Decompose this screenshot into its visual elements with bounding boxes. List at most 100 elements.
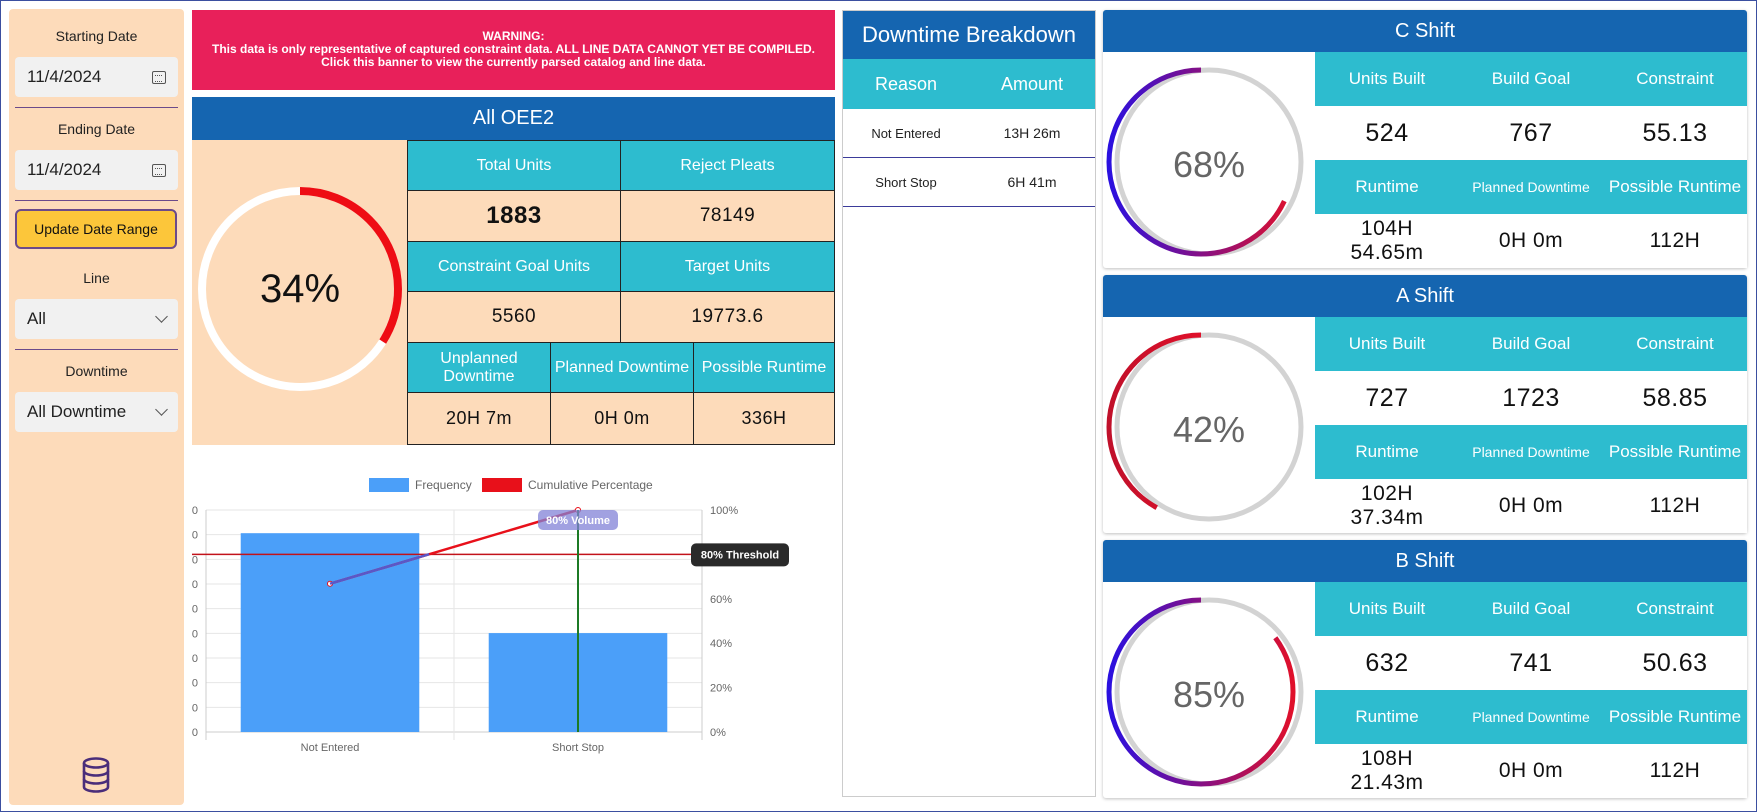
y2-tick-label: 40% (710, 638, 732, 650)
downtime-select[interactable]: All Downtime (15, 392, 178, 432)
pareto-chart: Frequency Cumulative Percentage 0 100 200 3… (192, 478, 789, 754)
planned-downtime-value: 0H 0m (550, 392, 694, 445)
table-row[interactable]: Short Stop 6H 41m (843, 158, 1095, 207)
y-tick-label: 100 (192, 702, 198, 714)
possible-runtime-label: Possible Runtime (1608, 707, 1742, 726)
calendar-icon[interactable] (152, 163, 166, 177)
shift-gauge: 85% (1106, 597, 1304, 787)
legend-frequency-label: Frequency (415, 478, 472, 492)
x-tick-label: Short Stop (552, 742, 604, 754)
target-units-label: Target Units (620, 241, 835, 292)
line-select-value: All (27, 309, 46, 328)
constraint-goal-units-value: 5560 (407, 291, 621, 343)
volume-label: 80% Volume (546, 515, 610, 527)
total-units-label: Total Units (407, 140, 621, 191)
possible-runtime-value: 336H (693, 392, 835, 445)
y-tick-label: 300 (192, 653, 198, 665)
warning-link-text: Click this banner to view the currently … (321, 55, 706, 69)
downtime-breakdown-panel: Downtime Breakdown Reason Amount Not Ent… (842, 10, 1096, 797)
legend-frequency-swatch (369, 478, 409, 492)
units-built-value: 524 (1365, 119, 1409, 147)
chevron-down-icon (155, 403, 168, 416)
bar-not-entered (240, 533, 420, 732)
ending-date-input[interactable]: 11/4/2024 (15, 150, 178, 190)
possible-runtime-label: Possible Runtime (1608, 442, 1742, 461)
planned-downtime-label: Planned Downtime (1472, 179, 1590, 195)
ending-date-value: 11/4/2024 (27, 160, 102, 179)
planned-downtime-label: Planned Downtime (1472, 444, 1590, 460)
legend-cumulative-swatch (482, 478, 522, 492)
runtime-value: 108H 21.43m (1350, 747, 1424, 794)
reason-cell: Not Entered (871, 125, 941, 141)
starting-date-label: Starting Date (55, 28, 138, 44)
possible-runtime-label: Possible Runtime (1608, 177, 1742, 196)
y-tick-label: 600 (192, 579, 198, 591)
build-goal-label: Build Goal (1491, 334, 1571, 353)
calendar-icon[interactable] (152, 70, 166, 84)
shift-percent: 85% (1173, 674, 1245, 715)
ending-date-label: Ending Date (57, 121, 136, 137)
units-built-value: 632 (1365, 649, 1409, 677)
downtime-label: Downtime (65, 363, 128, 379)
amount-column-header: Amount (1000, 73, 1064, 94)
y2-tick-label: 20% (710, 683, 732, 695)
update-date-range-button[interactable]: Update Date Range (15, 209, 177, 249)
legend-cumulative-label: Cumulative Percentage (528, 478, 653, 492)
shift-percent: 42% (1173, 409, 1245, 450)
warning-banner[interactable]: WARNING: This data is only representativ… (192, 10, 835, 90)
planned-downtime-label: Planned Downtime (1472, 709, 1590, 725)
build-goal-label: Build Goal (1491, 599, 1571, 618)
possible-runtime-label: Possible Runtime (693, 342, 835, 393)
constraint-value: 58.85 (1642, 384, 1708, 412)
possible-runtime-value: 112H (1649, 759, 1701, 782)
y-tick-label: 700 (192, 554, 198, 566)
downtime-select-value: All Downtime (27, 402, 127, 421)
reject-pleats-label: Reject Pleats (620, 140, 835, 191)
x-tick-label: Not Entered (301, 742, 360, 754)
units-built-value: 727 (1365, 384, 1409, 412)
y2-axis-ticks: 0%20%40%60%80%100% (710, 505, 738, 739)
shift-title: C Shift (1103, 10, 1747, 52)
constraint-label: Constraint (1636, 69, 1714, 88)
runtime-label: Runtime (1355, 442, 1419, 461)
divider (15, 349, 178, 350)
build-goal-value: 767 (1509, 119, 1553, 147)
database-icon[interactable] (81, 757, 111, 793)
oee-title: All OEE2 (192, 97, 835, 140)
shift-gauge: 42% (1106, 332, 1304, 522)
reason-cell: Short Stop (875, 174, 937, 190)
units-built-label: Units Built (1348, 334, 1426, 353)
line-select[interactable]: All (15, 299, 178, 339)
planned-downtime-value: 0H 0m (1498, 494, 1564, 517)
table-row[interactable]: Not Entered 13H 26m (843, 109, 1095, 158)
chart-legend: Frequency Cumulative Percentage (369, 478, 653, 492)
reason-column-header: Reason (874, 73, 938, 94)
y-axis-ticks: 0 100 200 300 400 500 600 700 800 900 (192, 505, 198, 739)
y-tick-label: 400 (192, 628, 198, 640)
y-tick-label: 900 (192, 505, 198, 517)
shift-metrics-grid: Units Built Build Goal Constraint 524 767 55… (1315, 52, 1747, 268)
build-goal-value: 741 (1509, 649, 1553, 677)
shift-metrics-grid: Units Built Build Goal Constraint 632 741 50… (1315, 582, 1747, 798)
planned-downtime-value: 0H 0m (1498, 759, 1564, 782)
b-shift-panel: B Shift 85% Units Built Build Goal Constra… (1103, 540, 1747, 798)
constraint-value: 55.13 (1642, 119, 1708, 147)
y2-tick-label: 60% (710, 594, 732, 606)
shift-gauge: 68% (1106, 67, 1304, 257)
runtime-label: Runtime (1355, 177, 1419, 196)
shift-metrics-grid: Units Built Build Goal Constraint 727 1723 5… (1315, 317, 1747, 533)
reject-pleats-value: 78149 (620, 190, 835, 242)
oee-percent: 34% (260, 267, 340, 311)
possible-runtime-value: 112H (1649, 229, 1701, 252)
y-tick-label: 200 (192, 678, 198, 690)
build-goal-value: 1723 (1502, 384, 1560, 412)
runtime-value: 102H 37.34m (1350, 482, 1424, 529)
oee-gauge: 34% (198, 187, 402, 391)
total-units-value: 1883 (407, 190, 621, 242)
starting-date-input[interactable]: 11/4/2024 (15, 57, 178, 97)
planned-downtime-label: Planned Downtime (550, 342, 694, 393)
build-goal-label: Build Goal (1491, 69, 1571, 88)
constraint-label: Constraint (1636, 599, 1714, 618)
divider (15, 200, 178, 201)
runtime-value: 104H 54.65m (1350, 217, 1424, 264)
